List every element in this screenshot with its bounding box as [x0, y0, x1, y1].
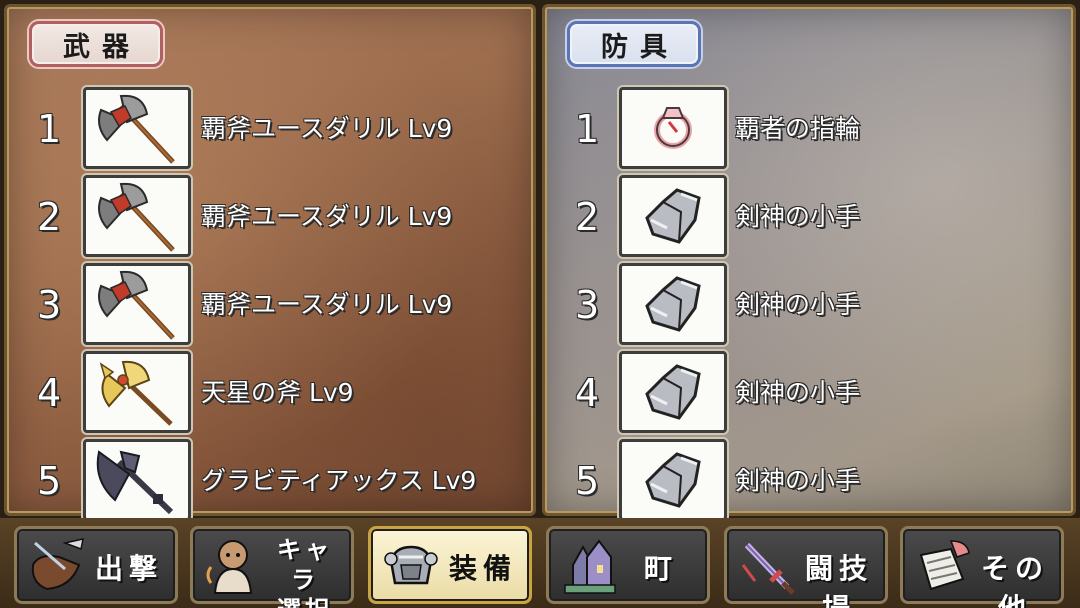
character-icon	[206, 540, 253, 594]
armor-name: 剣神の小手	[735, 202, 861, 231]
weapon-name: 天星の斧 Lv9	[201, 378, 354, 407]
armor-name: 剣神の小手	[735, 378, 861, 407]
scroll-icon	[919, 540, 970, 591]
nav-arena-button[interactable]: 闘技場	[724, 526, 888, 608]
weapon-rank: 3	[37, 283, 62, 327]
weapon-row[interactable]: 2 覇斧ユースダリル Lv9	[7, 175, 533, 259]
armor-rank: 5	[575, 459, 600, 503]
nav-town-button[interactable]: 町	[546, 526, 710, 604]
armor-equip-icon	[384, 545, 438, 585]
battle-axe-icon[interactable]	[83, 175, 191, 257]
nav-equip-button[interactable]: 装備	[368, 526, 532, 604]
nav-town-label: 町	[643, 552, 678, 585]
sortie-icon	[31, 538, 84, 591]
weapons-title: 武器	[29, 21, 163, 67]
nav-sortie-label: 出撃	[94, 552, 163, 585]
armor-name: 剣神の小手	[735, 466, 861, 495]
nav-equip-label: 装備	[448, 552, 517, 585]
armor-name: 剣神の小手	[735, 290, 861, 319]
gauntlet-icon[interactable]	[619, 351, 727, 433]
dark-axe-icon[interactable]	[83, 439, 191, 521]
weapon-rank: 2	[37, 195, 62, 239]
weapon-name: 覇斧ユースダリル Lv9	[201, 202, 453, 231]
armor-row[interactable]: 4 剣神の小手	[545, 351, 1073, 435]
gauntlet-icon[interactable]	[619, 263, 727, 345]
armor-row[interactable]: 5 剣神の小手	[545, 439, 1073, 523]
armor-rank: 4	[575, 371, 600, 415]
bottom-nav: 出撃 キャラ 選択 装備 町	[0, 518, 1080, 608]
armor-name: 覇者の指輪	[735, 114, 861, 143]
weapon-row[interactable]: 3 覇斧ユースダリル Lv9	[7, 263, 533, 347]
nav-arena-label: 闘技場	[804, 552, 873, 608]
armor-rank: 3	[575, 283, 600, 327]
nav-other-button[interactable]: その他	[900, 526, 1064, 608]
weapon-row[interactable]: 4 天星の斧 Lv9	[7, 351, 533, 435]
nav-character-line2: 選択	[265, 595, 345, 608]
armor-row[interactable]: 3 剣神の小手	[545, 263, 1073, 347]
battle-axe-icon[interactable]	[83, 263, 191, 345]
weapon-name: 覇斧ユースダリル Lv9	[201, 290, 453, 319]
weapon-name: 覇斧ユースダリル Lv9	[201, 114, 453, 143]
golden-axe-icon[interactable]	[83, 351, 191, 433]
weapon-name: グラビティアックス Lv9	[201, 466, 477, 495]
weapon-rank: 4	[37, 371, 62, 415]
armor-rank: 2	[575, 195, 600, 239]
battle-axe-icon[interactable]	[83, 87, 191, 169]
nav-other-label: その他	[980, 552, 1049, 608]
armor-rank: 1	[575, 107, 600, 151]
town-icon	[564, 539, 616, 594]
weapon-rank: 5	[37, 459, 62, 503]
nav-character-line1: キャラ	[277, 536, 333, 594]
nav-character-select-button[interactable]: キャラ 選択	[190, 526, 354, 608]
armor-title: 防具	[567, 21, 701, 67]
nav-sortie-button[interactable]: 出撃	[14, 526, 178, 604]
weapons-panel: 武器 1 覇斧ユースダリル Lv9 2 覇斧ユースダリル Lv9 3 覇斧ユース…	[4, 4, 536, 521]
nav-character-select-label: キャラ 選択	[265, 535, 345, 608]
sword-icon	[741, 542, 795, 595]
armor-row[interactable]: 2 剣神の小手	[545, 175, 1073, 259]
gauntlet-icon[interactable]	[619, 439, 727, 521]
ring-icon[interactable]	[619, 87, 727, 169]
armor-row[interactable]: 1 覇者の指輪	[545, 87, 1073, 171]
weapon-rank: 1	[37, 107, 62, 151]
weapon-row[interactable]: 5 グラビティアックス Lv9	[7, 439, 533, 523]
armor-panel: 防具 1 覇者の指輪 2 剣神の小手 3 剣神の小手 4 剣神の小手 5 剣神の…	[542, 4, 1076, 521]
weapon-row[interactable]: 1 覇斧ユースダリル Lv9	[7, 87, 533, 171]
gauntlet-icon[interactable]	[619, 175, 727, 257]
